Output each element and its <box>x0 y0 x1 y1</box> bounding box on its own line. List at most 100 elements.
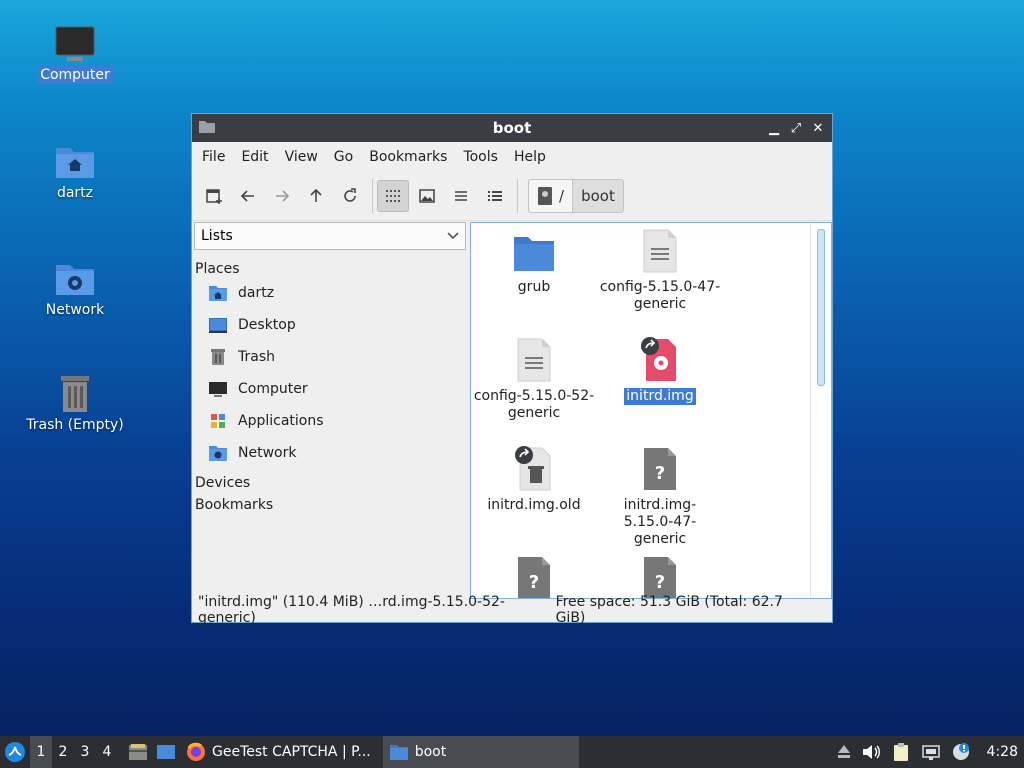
update-notifier-icon[interactable] <box>951 742 971 762</box>
back-button[interactable] <box>232 180 264 212</box>
workspace-2[interactable]: 2 <box>52 744 74 760</box>
folder-icon <box>389 745 408 760</box>
desktop-icon-label: Trash (Empty) <box>26 417 124 433</box>
reload-icon <box>344 188 356 202</box>
trash-icon <box>211 349 225 365</box>
file-view[interactable]: grub config-5.15.0-47-generic config-5.1… <box>470 222 832 599</box>
svg-text:?: ? <box>655 463 665 484</box>
maximize-button[interactable]: ⤢ <box>788 120 804 136</box>
menu-tools[interactable]: Tools <box>455 149 506 165</box>
file-item-unknown[interactable]: ? <box>471 550 597 598</box>
sidebar-item-network[interactable]: Network <box>194 437 466 469</box>
eject-icon[interactable] <box>837 743 851 761</box>
reload-button[interactable] <box>334 180 366 212</box>
clock[interactable]: 4:28 <box>987 744 1018 760</box>
file-item-initrd-img[interactable]: initrd.img <box>597 332 723 405</box>
drive-icon <box>538 187 552 205</box>
desktop-icon-label: Network <box>45 302 105 318</box>
bookmarks-header[interactable]: Bookmarks <box>194 497 466 513</box>
file-item-config-47[interactable]: config-5.15.0-47-generic <box>597 223 723 313</box>
file-name: grub <box>517 279 551 295</box>
task-firefox[interactable]: GeeTest CAPTCHA | P... <box>180 736 377 768</box>
file-item-initrd-img-old[interactable]: initrd.img.old <box>471 441 597 514</box>
workspace-4[interactable]: 4 <box>96 744 118 760</box>
window-titlebar[interactable]: boot ▁ ⤢ ✕ <box>192 114 832 142</box>
menu-file[interactable]: File <box>194 149 233 165</box>
toolbar: / boot <box>192 172 832 221</box>
file-name: initrd.img-5.15.0-47-generic <box>623 497 697 547</box>
network-folder-icon <box>209 446 227 461</box>
text-file-icon <box>643 229 677 273</box>
menu-bookmarks[interactable]: Bookmarks <box>361 149 455 165</box>
path-current-button[interactable]: boot <box>573 179 624 213</box>
file-item-initrd-47[interactable]: ? initrd.img-5.15.0-47-generic <box>597 441 723 548</box>
sidebar-item-trash[interactable]: Trash <box>194 341 466 373</box>
desktop-icon-label: Computer <box>37 66 113 84</box>
menu-view[interactable]: View <box>277 149 326 165</box>
vertical-scrollbar[interactable] <box>817 229 825 386</box>
network-folder-icon <box>56 265 94 295</box>
desktop-icon <box>209 318 227 333</box>
menu-help[interactable]: Help <box>506 149 554 165</box>
places-header[interactable]: Places <box>194 261 466 277</box>
file-name: config-5.15.0-47-generic <box>599 279 721 312</box>
close-button[interactable]: ✕ <box>810 120 826 136</box>
desktop-icon-dartz[interactable]: dartz <box>20 140 130 202</box>
task-label: GeeTest CAPTCHA | P... <box>212 744 371 760</box>
sidebar-item-desktop[interactable]: Desktop <box>194 309 466 341</box>
arrow-right-icon <box>276 190 290 202</box>
desktop-icon-network[interactable]: Network <box>20 257 130 319</box>
arrow-up-icon <box>310 188 322 202</box>
taskbar: 1 2 3 4 GeeTest CAPTCHA | P... boot 4:28 <box>0 736 1024 768</box>
lubuntu-logo-icon <box>5 742 25 762</box>
side-pane-mode-select[interactable]: Lists <box>194 222 466 250</box>
desktop-icon-computer[interactable]: Computer <box>20 22 130 84</box>
grid-view-icon <box>386 190 400 202</box>
path-root-label: / <box>559 187 565 205</box>
task-label: boot <box>414 744 447 760</box>
status-free-space: Free space: 51.3 GiB (Total: 62.7 GiB) <box>555 594 783 626</box>
start-menu-button[interactable] <box>0 741 30 763</box>
workspace-3[interactable]: 3 <box>74 744 96 760</box>
icon-view-button[interactable] <box>377 180 409 212</box>
system-tray: 4:28 <box>837 742 1024 762</box>
sidebar-item-applications[interactable]: Applications <box>194 405 466 437</box>
unknown-file-icon: ? <box>644 448 676 490</box>
forward-button[interactable] <box>266 180 298 212</box>
menu-edit[interactable]: Edit <box>233 149 276 165</box>
devices-header[interactable]: Devices <box>194 475 466 491</box>
folder-icon <box>514 237 554 271</box>
task-boot[interactable]: boot <box>382 736 579 768</box>
detailed-view-button[interactable] <box>479 180 511 212</box>
desktop-icon-label: dartz <box>56 185 94 201</box>
show-desktop-button[interactable] <box>152 743 180 761</box>
file-manager-icon <box>129 744 147 760</box>
menu-go[interactable]: Go <box>326 149 361 165</box>
file-name: config-5.15.0-52-generic <box>473 388 595 421</box>
file-item-config-52[interactable]: config-5.15.0-52-generic <box>471 332 597 422</box>
scroll-track <box>810 223 811 598</box>
toolbar-separator <box>372 179 373 213</box>
desktop-icon-trash[interactable]: Trash (Empty) <box>20 372 130 434</box>
path-root-button[interactable]: / <box>528 179 574 213</box>
sidebar-item-computer[interactable]: Computer <box>194 373 466 405</box>
minimize-button[interactable]: ▁ <box>766 120 782 136</box>
file-item-unknown[interactable]: ? <box>597 550 723 598</box>
file-link-icon <box>515 446 551 491</box>
compact-view-button[interactable] <box>445 180 477 212</box>
new-tab-button[interactable] <box>198 180 230 212</box>
window-title: boot <box>492 119 532 137</box>
up-button[interactable] <box>300 180 332 212</box>
volume-icon[interactable] <box>861 743 881 761</box>
sidebar-item-label: Network <box>238 445 297 461</box>
file-item-grub[interactable]: grub <box>471 223 597 296</box>
network-wired-icon[interactable] <box>921 743 941 761</box>
thumbnail-view-button[interactable] <box>411 180 443 212</box>
sidebar-item-dartz[interactable]: dartz <box>194 277 466 309</box>
clipboard-icon[interactable] <box>891 742 911 762</box>
file-manager-window: boot ▁ ⤢ ✕ File Edit View Go Bookmarks T… <box>191 113 833 626</box>
workspace-1[interactable]: 1 <box>30 736 52 768</box>
computer-icon <box>55 26 95 61</box>
file-name: initrd.img <box>624 388 696 405</box>
file-manager-launcher[interactable] <box>124 743 152 761</box>
